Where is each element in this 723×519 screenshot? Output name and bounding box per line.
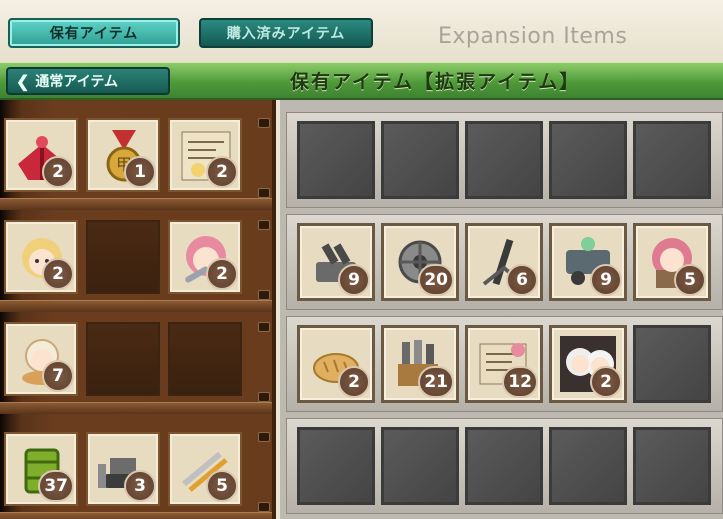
item-count-badge: 2 [590,366,622,398]
shelf-item-slot[interactable]: 5 [168,432,242,506]
grid-item-slot[interactable]: 2 [297,325,375,403]
page-title: 保有アイテム【拡張アイテム】 [290,71,581,93]
hinge-icon [258,502,270,512]
item-grid-row: 9 20 6 9 5 [286,214,723,310]
item-count-badge: 9 [338,264,370,296]
item-count-badge: 12 [502,366,538,398]
shelf-board [0,300,272,312]
grid-item-slot[interactable]: 21 [381,325,459,403]
shelf-item-slot[interactable]: 37 [4,432,78,506]
item-grid-row [286,112,723,208]
shelf-item-slot[interactable]: 2 [168,118,242,192]
grid-item-slot[interactable]: 12 [465,325,543,403]
item-count-badge: 6 [506,264,538,296]
item-count-badge: 20 [418,264,454,296]
shelf-item-slot[interactable]: 2 [168,220,242,294]
expansion-title: Expansion Items [438,24,628,49]
item-count-badge: 3 [124,470,156,502]
shelf-item-slot[interactable]: 7 [4,322,78,396]
empty-slot [549,121,627,199]
empty-slot [633,427,711,505]
hinge-icon [258,392,270,402]
item-count-badge: 5 [674,264,706,296]
hinge-icon [258,432,270,442]
item-count-badge: 37 [38,470,74,502]
empty-slot [381,427,459,505]
shelf-board [0,198,272,210]
item-count-badge: 21 [418,366,454,398]
empty-slot [465,427,543,505]
grid-item-slot[interactable]: 6 [465,223,543,301]
header-bar: 保有アイテム 購入済みアイテム Expansion Items [0,0,723,62]
item-grid-row [286,418,723,514]
item-count-badge: 1 [124,156,156,188]
shelf-item-slot[interactable]: 2 [4,118,78,192]
shelf-board [0,402,272,414]
hinge-icon [258,322,270,332]
empty-slot [633,325,711,403]
hinge-icon [258,188,270,198]
shelf-item-slot[interactable]: 2 [4,220,78,294]
back-button-label: 通常アイテム [35,74,119,90]
empty-slot [86,322,160,396]
item-count-badge: 2 [206,258,238,290]
empty-slot [549,427,627,505]
item-count-badge: 2 [42,258,74,290]
item-grid: 9 20 6 9 5 2 21 12 2 [280,100,723,519]
item-count-badge: 9 [590,264,622,296]
grid-item-slot[interactable]: 2 [549,325,627,403]
tab-owned-items[interactable]: 保有アイテム [8,18,180,48]
item-count-badge: 2 [206,156,238,188]
tab-purchased-items[interactable]: 購入済みアイテム [199,18,373,48]
item-count-badge: 5 [206,470,238,502]
empty-slot [633,121,711,199]
shelf-board [0,512,272,519]
item-grid-row: 2 21 12 2 [286,316,723,412]
shelf-item-slot[interactable]: 3 [86,432,160,506]
empty-slot [297,427,375,505]
back-to-normal-items-button[interactable]: ❮ 通常アイテム [6,67,170,95]
grid-item-slot[interactable]: 20 [381,223,459,301]
grid-item-slot[interactable]: 5 [633,223,711,301]
shelf-item-slot[interactable]: 甲1 [86,118,160,192]
grid-item-slot[interactable]: 9 [297,223,375,301]
empty-slot [297,121,375,199]
grid-item-slot[interactable]: 9 [549,223,627,301]
item-count-badge: 2 [42,156,74,188]
hinge-icon [258,220,270,230]
hinge-icon [258,290,270,300]
item-count-badge: 2 [338,366,370,398]
section-title-bar: ❮ 通常アイテム 保有アイテム【拡張アイテム】 [0,62,723,100]
item-count-badge: 7 [42,360,74,392]
hinge-icon [258,118,270,128]
empty-slot [465,121,543,199]
chevron-left-icon: ❮ [16,71,30,91]
empty-slot [381,121,459,199]
item-shelf: 2 甲 1 2 2 2 7 37 3 5 [0,100,276,519]
empty-slot [86,220,160,294]
empty-slot [168,322,242,396]
